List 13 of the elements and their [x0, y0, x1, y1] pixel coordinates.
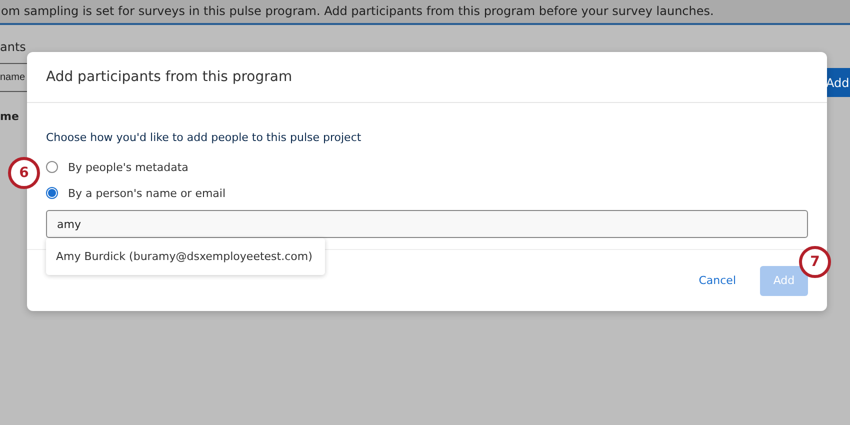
suggestion-item[interactable]: Amy Burdick (buramy@dsxemployeetest.com) [46, 238, 325, 275]
radio-button[interactable] [46, 187, 58, 199]
section-label: ants [0, 40, 27, 56]
option-label[interactable]: By a person's name or email [68, 186, 226, 200]
radio-button[interactable] [46, 161, 58, 173]
option-label[interactable]: By people's metadata [68, 160, 188, 174]
prompt-text: Choose how you'd like to add people to this pulse project [46, 131, 362, 144]
column-header: me [0, 110, 20, 123]
dialog-title: Add participants from this program [46, 69, 292, 85]
search-field[interactable]: amy [46, 210, 808, 238]
step-callout: 6 [8, 157, 40, 189]
banner-text: om sampling is set for surveys in this pulse program. Add participants from this program before your survey launches. [1, 4, 714, 18]
cancel-button[interactable]: Cancel [694, 270, 740, 291]
